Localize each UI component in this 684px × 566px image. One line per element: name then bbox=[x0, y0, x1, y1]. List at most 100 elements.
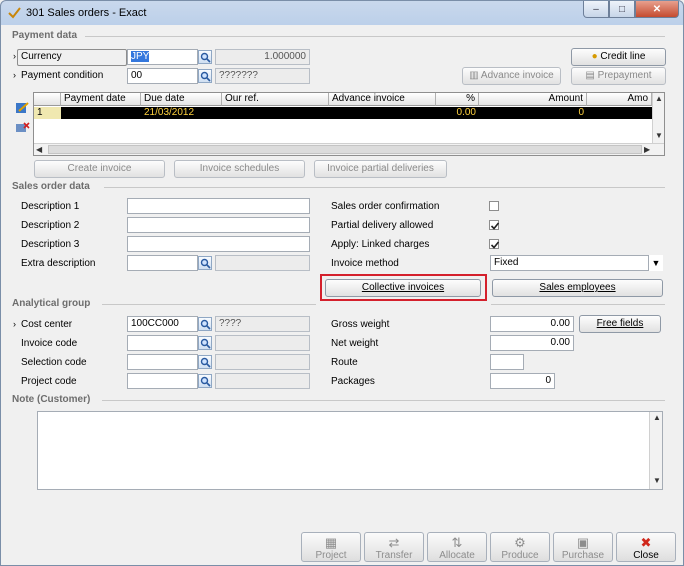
invoice-code-label: Invoice code bbox=[21, 338, 78, 349]
credit-line-button[interactable]: ● Credit line bbox=[571, 48, 666, 66]
delete-row-icon[interactable] bbox=[16, 122, 30, 134]
description-2-label: Description 2 bbox=[21, 220, 80, 231]
section-divider bbox=[491, 304, 665, 305]
payment-condition-input[interactable]: 00 bbox=[127, 68, 198, 84]
cost-center-input[interactable]: 100CC000 bbox=[127, 316, 198, 332]
project-code-input[interactable] bbox=[127, 373, 198, 389]
close-window-button[interactable]: ✕ bbox=[635, 1, 679, 18]
grid-horizontal-scrollbar[interactable]: ◀ ▶ bbox=[34, 143, 664, 155]
sales-order-confirmation-checkbox[interactable] bbox=[489, 201, 499, 211]
payment-condition-lookup-button[interactable] bbox=[198, 69, 212, 83]
advance-invoice-button[interactable]: ▥ Advance invoice bbox=[462, 67, 561, 85]
description-3-input[interactable] bbox=[127, 236, 310, 252]
edit-grid-icon[interactable] bbox=[16, 102, 30, 114]
sales-order-window: 301 Sales orders - Exact – □ ✕ Payment d… bbox=[0, 0, 684, 566]
invoice-icon: ▥ bbox=[469, 70, 479, 81]
search-icon bbox=[200, 319, 211, 330]
section-divider bbox=[104, 187, 665, 188]
free-fields-button[interactable]: Free fields bbox=[579, 315, 661, 333]
search-icon bbox=[200, 357, 211, 368]
section-divider bbox=[102, 400, 665, 401]
amo-cell[interactable] bbox=[587, 107, 652, 119]
our-ref-cell[interactable] bbox=[222, 107, 329, 119]
allocate-label: Allocate bbox=[439, 550, 475, 561]
scroll-up-icon[interactable]: ▲ bbox=[653, 413, 661, 422]
window-title: 301 Sales orders - Exact bbox=[26, 7, 147, 19]
maximize-button[interactable]: □ bbox=[609, 1, 635, 18]
invoice-partial-deliveries-button[interactable]: Invoice partial deliveries bbox=[314, 160, 447, 178]
net-weight-input[interactable]: 0.00 bbox=[490, 335, 574, 351]
partial-delivery-checkbox[interactable] bbox=[489, 220, 500, 230]
invoice-code-input[interactable] bbox=[127, 335, 198, 351]
scroll-up-icon[interactable]: ▲ bbox=[655, 94, 663, 103]
route-input[interactable] bbox=[490, 354, 524, 370]
note-vertical-scrollbar[interactable]: ▲ ▼ bbox=[649, 412, 662, 489]
close-icon: ✖ bbox=[640, 535, 652, 550]
cost-center-lookup-button[interactable] bbox=[198, 317, 212, 331]
column-header[interactable]: Amount bbox=[479, 93, 587, 106]
scroll-thumb[interactable] bbox=[48, 145, 642, 154]
transfer-icon: ⇄ bbox=[388, 535, 400, 550]
description-2-input[interactable] bbox=[127, 217, 310, 233]
payment-schedule-grid: Payment date Due date Our ref. Advance i… bbox=[33, 92, 665, 156]
extra-description-input[interactable] bbox=[127, 255, 198, 271]
due-date-cell[interactable]: 21/03/2012 bbox=[141, 107, 222, 119]
scroll-down-icon[interactable]: ▼ bbox=[653, 476, 661, 485]
column-header[interactable]: % bbox=[436, 93, 479, 106]
checkmark-icon bbox=[490, 222, 500, 230]
title-bar: 301 Sales orders - Exact – □ ✕ bbox=[1, 1, 683, 25]
currency-input[interactable]: JPY bbox=[127, 49, 198, 65]
project-code-lookup-button[interactable] bbox=[198, 374, 212, 388]
selection-code-lookup-button[interactable] bbox=[198, 355, 212, 369]
column-header[interactable]: Advance invoice bbox=[329, 93, 436, 106]
transfer-label: Transfer bbox=[375, 550, 413, 561]
transfer-button[interactable]: ⇄ Transfer bbox=[364, 532, 424, 562]
close-button[interactable]: ✖ Close bbox=[616, 532, 676, 562]
scroll-right-icon[interactable]: ▶ bbox=[644, 145, 650, 154]
prepayment-button[interactable]: ▤ Prepayment bbox=[571, 67, 666, 85]
purchase-button[interactable]: ▣ Purchase bbox=[553, 532, 613, 562]
description-1-label: Description 1 bbox=[21, 201, 80, 212]
note-section-title: Note (Customer) bbox=[12, 394, 91, 405]
search-icon bbox=[200, 258, 211, 269]
customer-note-textarea[interactable]: ▲ ▼ bbox=[37, 411, 663, 490]
extra-description-lookup-button[interactable] bbox=[198, 256, 212, 270]
allocate-button[interactable]: ⇅ Allocate bbox=[427, 532, 487, 562]
project-button[interactable]: ▦ Project bbox=[301, 532, 361, 562]
packages-input[interactable]: 0 bbox=[490, 373, 555, 389]
column-header[interactable]: Payment date bbox=[61, 93, 141, 106]
grid-vertical-scrollbar[interactable]: ▲ ▼ bbox=[652, 93, 664, 143]
invoice-method-value: Fixed bbox=[494, 257, 519, 268]
advance-invoice-cell[interactable] bbox=[329, 107, 436, 119]
column-header[interactable]: Our ref. bbox=[222, 93, 329, 106]
gross-weight-input[interactable]: 0.00 bbox=[490, 316, 574, 332]
selection-code-label: Selection code bbox=[21, 357, 87, 368]
chevron-down-icon[interactable]: ▼ bbox=[648, 255, 663, 271]
credit-line-label: Credit line bbox=[600, 51, 646, 62]
create-invoice-button[interactable]: Create invoice bbox=[34, 160, 165, 178]
close-icon: ✕ bbox=[652, 3, 662, 15]
column-header[interactable]: Due date bbox=[141, 93, 222, 106]
row-marker-icon: › bbox=[13, 319, 16, 329]
payment-date-cell[interactable] bbox=[61, 107, 141, 119]
row-number: 1 bbox=[34, 107, 61, 119]
column-header[interactable]: Amo bbox=[587, 93, 652, 106]
invoice-code-lookup-button[interactable] bbox=[198, 336, 212, 350]
cost-center-label: Cost center bbox=[21, 319, 73, 330]
produce-button[interactable]: ⚙ Produce bbox=[490, 532, 550, 562]
currency-lookup-button[interactable] bbox=[198, 50, 212, 64]
scroll-down-icon[interactable]: ▼ bbox=[655, 131, 663, 140]
amount-cell[interactable]: 0 bbox=[479, 107, 587, 119]
scroll-left-icon[interactable]: ◀ bbox=[36, 145, 42, 154]
description-1-input[interactable] bbox=[127, 198, 310, 214]
collective-invoices-button[interactable]: Collective invoices bbox=[325, 279, 481, 297]
sales-employees-button[interactable]: Sales employees bbox=[492, 279, 663, 297]
percent-cell[interactable]: 0.00 bbox=[436, 107, 479, 119]
invoice-schedules-button[interactable]: Invoice schedules bbox=[174, 160, 305, 178]
minimize-button[interactable]: – bbox=[583, 1, 609, 18]
row-marker-icon: › bbox=[13, 70, 16, 80]
invoice-method-select[interactable]: Fixed bbox=[490, 255, 663, 271]
selection-code-input[interactable] bbox=[127, 354, 198, 370]
project-code-description bbox=[215, 373, 310, 389]
linked-charges-checkbox[interactable] bbox=[489, 239, 500, 249]
